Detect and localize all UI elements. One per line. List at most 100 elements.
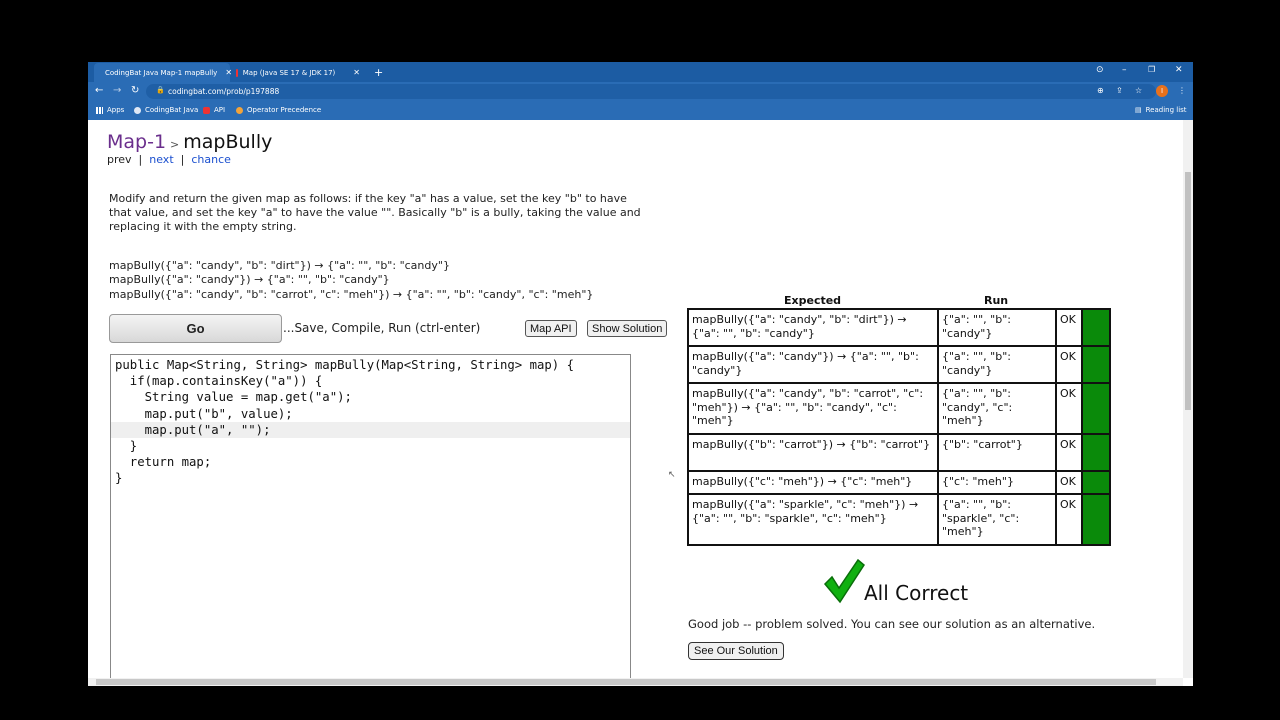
- forward-icon[interactable]: →: [113, 85, 121, 96]
- run-cell: {"a": "", "b": "candy", "c": "meh"}: [937, 382, 1057, 435]
- problem-title: mapBully: [183, 131, 273, 153]
- expected-header: Expected: [784, 294, 842, 307]
- bookmarks-bar: Apps CodingBat Java API Operator Precede…: [88, 101, 1193, 120]
- section-link[interactable]: Map-1: [107, 131, 166, 153]
- page-content: Map-1 > mapBully prev | next | chance Modi…: [88, 120, 1193, 686]
- problem-nav: prev | next | chance: [107, 153, 231, 166]
- see-our-solution-button[interactable]: See Our Solution: [688, 642, 784, 660]
- nav-separator: |: [180, 153, 185, 166]
- run-cell: {"c": "meh"}: [937, 470, 1057, 495]
- run-cell: {"a": "", "b": "candy"}: [937, 308, 1057, 347]
- map-api-button[interactable]: Map API: [525, 320, 577, 337]
- table-row: mapBully({"a": "candy", "b": "dirt"}) → …: [687, 308, 1111, 347]
- bookmark-operator-precedence[interactable]: Operator Precedence: [236, 106, 321, 114]
- table-row: mapBully({"a": "candy", "b": "carrot", "…: [687, 382, 1111, 435]
- chance-link[interactable]: chance: [191, 153, 231, 166]
- tab-strip: CodingBat Java Map-1 mapBully ✕ Map (Jav…: [88, 62, 1193, 82]
- code-editor[interactable]: public Map<String, String> mapBully(Map<…: [110, 354, 631, 686]
- status-cell: OK: [1055, 470, 1083, 495]
- results-table: mapBully({"a": "candy", "b": "dirt"}) → …: [687, 308, 1111, 546]
- save-hint: ...Save, Compile, Run (ctrl-enter): [283, 321, 481, 335]
- url-field[interactable]: 🔒 codingbat.com/prob/p197888: [146, 84, 1156, 99]
- oracle-favicon-icon: [203, 106, 210, 114]
- close-tab-icon[interactable]: ✕: [353, 68, 360, 77]
- nav-separator: |: [138, 153, 143, 166]
- bookmark-apps[interactable]: Apps: [96, 106, 124, 114]
- zoom-icon[interactable]: ⊕: [1097, 86, 1104, 95]
- expected-cell: mapBully({"c": "meh"}) → {"c": "meh"}: [687, 470, 939, 495]
- run-cell: {"a": "", "b": "sparkle", "c": "meh"}: [937, 493, 1057, 546]
- restore-icon[interactable]: ❐: [1148, 65, 1155, 74]
- pass-indicator: [1081, 308, 1111, 347]
- prev-label[interactable]: prev: [107, 153, 132, 166]
- code-line: return map;: [115, 455, 212, 470]
- horizontal-scrollbar[interactable]: [88, 678, 1183, 686]
- example-line: mapBully({"a": "candy", "b": "dirt"}) → …: [109, 259, 450, 272]
- example-line: mapBully({"a": "candy"}) → {"a": "", "b"…: [109, 273, 390, 287]
- code-line: String value = map.get("a");: [115, 390, 352, 405]
- good-job-message: Good job -- problem solved. You can see …: [688, 617, 1096, 631]
- go-button[interactable]: Go: [109, 314, 282, 343]
- lock-icon: 🔒: [156, 86, 165, 94]
- table-row: mapBully({"a": "candy"}) → {"a": "", "b"…: [687, 345, 1111, 384]
- run-header: Run: [984, 294, 1009, 307]
- vertical-scrollbar[interactable]: [1183, 120, 1193, 678]
- close-tab-icon[interactable]: ✕: [225, 68, 232, 77]
- minimize-icon[interactable]: –: [1122, 65, 1127, 75]
- scrollbar-thumb[interactable]: [1185, 172, 1191, 410]
- code-line: }: [115, 438, 138, 453]
- bookmark-label: Operator Precedence: [247, 106, 322, 114]
- codingbat-favicon-icon: [134, 106, 141, 114]
- pass-indicator: [1081, 382, 1111, 435]
- status-cell: OK: [1055, 308, 1083, 347]
- show-solution-button[interactable]: Show Solution: [587, 320, 668, 337]
- back-icon[interactable]: ←: [95, 85, 103, 96]
- reading-list-button[interactable]: ▤ Reading list: [1135, 106, 1187, 114]
- mouse-cursor-icon: ↖: [668, 470, 676, 480]
- reading-list-icon: ▤: [1135, 106, 1142, 114]
- address-bar-row: ← → ↻ 🔒 codingbat.com/prob/p197888 ⊕ ⇪ ☆…: [88, 82, 1193, 101]
- expected-cell: mapBully({"b": "carrot"}) → {"b": "carro…: [687, 433, 939, 472]
- reading-list-label: Reading list: [1145, 106, 1187, 114]
- new-tab-button[interactable]: +: [374, 63, 383, 82]
- profile-avatar[interactable]: I: [1156, 85, 1168, 97]
- pass-indicator: [1081, 433, 1111, 472]
- table-row: mapBully({"c": "meh"}) → {"c": "meh"} {"…: [687, 470, 1111, 495]
- examples: mapBully({"a": "candy", "b": "dirt"}) → …: [109, 259, 593, 302]
- run-cell: {"a": "", "b": "candy"}: [937, 345, 1057, 384]
- bookmark-star-icon[interactable]: ☆: [1135, 86, 1142, 95]
- run-cell: {"b": "carrot"}: [937, 433, 1057, 472]
- expected-cell: mapBully({"a": "candy", "b": "carrot", "…: [687, 382, 939, 435]
- bookmark-label: CodingBat Java: [145, 106, 199, 114]
- code-line: }: [115, 471, 123, 486]
- problem-description: Modify and return the given map as follo…: [109, 192, 641, 233]
- bookmark-codingbat[interactable]: CodingBat Java: [134, 106, 198, 114]
- tab-java-map[interactable]: Map (Java SE 17 & JDK 17) ✕: [234, 63, 360, 82]
- bookmark-label: Apps: [107, 106, 125, 114]
- tab-codingbat[interactable]: CodingBat Java Map-1 mapBully ✕: [94, 63, 232, 82]
- next-link[interactable]: next: [149, 153, 173, 166]
- status-cell: OK: [1055, 345, 1083, 384]
- share-icon[interactable]: ⇪: [1116, 86, 1123, 95]
- pass-indicator: [1081, 493, 1111, 546]
- tab-label: Map (Java SE 17 & JDK 17): [242, 68, 336, 77]
- expected-cell: mapBully({"a": "candy", "b": "dirt"}) → …: [687, 308, 939, 347]
- status-cell: OK: [1055, 493, 1083, 546]
- code-line: map.put("b", value);: [115, 406, 293, 421]
- reload-icon[interactable]: ↻: [131, 85, 139, 96]
- status-cell: OK: [1055, 382, 1083, 435]
- tab-search-icon[interactable]: ⊙: [1096, 65, 1104, 75]
- scrollbar-thumb[interactable]: [96, 679, 1156, 685]
- close-window-icon[interactable]: ✕: [1175, 65, 1183, 75]
- bookmark-label: API: [214, 106, 226, 114]
- oracle-favicon-icon: [236, 68, 238, 77]
- status-cell: OK: [1055, 433, 1083, 472]
- menu-icon[interactable]: ⋮: [1178, 86, 1186, 95]
- pass-indicator: [1081, 345, 1111, 384]
- example-line: mapBully({"a": "candy", "b": "carrot", "…: [109, 287, 594, 301]
- code-line: public Map<String, String> mapBully(Map<…: [115, 358, 575, 372]
- bookmark-api[interactable]: API: [203, 106, 225, 114]
- pass-indicator: [1081, 470, 1111, 495]
- tab-label: CodingBat Java Map-1 mapBully: [105, 68, 218, 77]
- checkmark-icon: [823, 558, 865, 604]
